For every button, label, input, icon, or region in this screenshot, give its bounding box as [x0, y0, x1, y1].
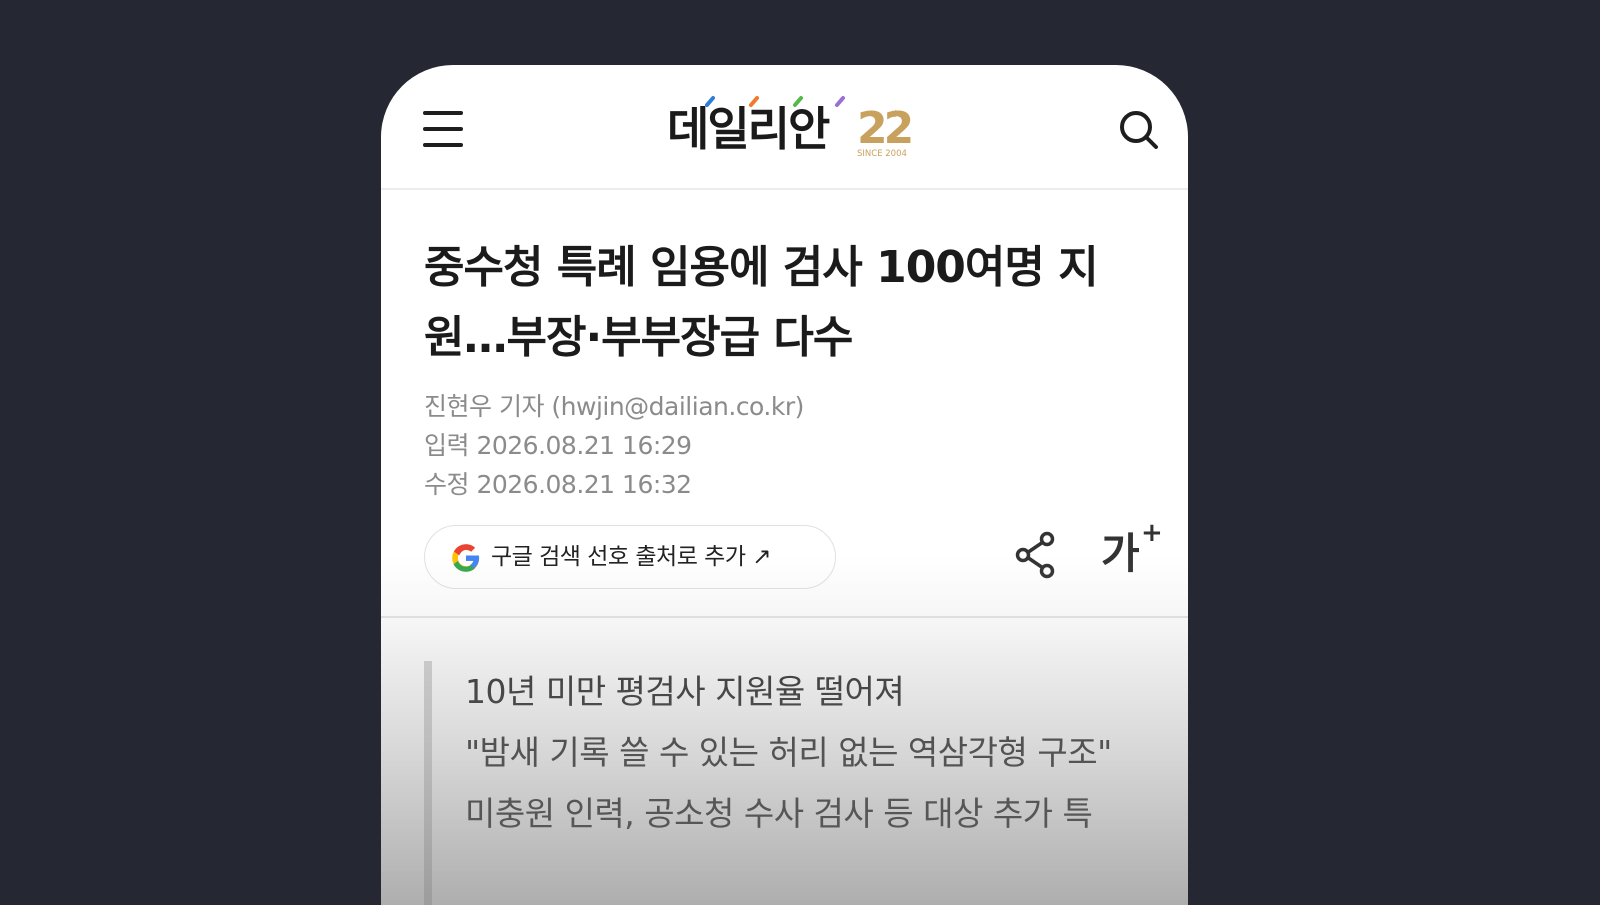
svg-text:th: th	[891, 110, 900, 120]
google-g-icon	[452, 544, 480, 572]
share-icon[interactable]	[1014, 531, 1058, 579]
article-header: 중수청 특례 임용에 검사 100여명 지원…부장·부부장급 다수	[424, 233, 1144, 373]
google-preferred-source-button[interactable]: 구글 검색 선호 출처로 추가 ↗	[424, 525, 836, 589]
hamburger-menu-icon[interactable]	[423, 111, 463, 147]
logo-wordmark: 데일리안	[667, 102, 830, 156]
article-meta: 진현우 기자 (hwjin@dailian.co.kr) 입력 2026.08.…	[424, 387, 804, 504]
summary-line: 미충원 인력, 공소청 수사 검사 등 대상 추가 특	[465, 794, 1093, 833]
mobile-frame: 데일리안 22 th SINCE 2004 중수청 특례 임용에 검사 100여…	[381, 65, 1188, 905]
article-headline: 중수청 특례 임용에 검사 100여명 지원…부장·부부장급 다수	[424, 242, 1099, 363]
summary-text: 10년 미만 평검사 지원율 떨어져 "밤새 기록 쓸 수 있는 허리 없는 역…	[465, 661, 1125, 844]
article-summary: 10년 미만 평검사 지원율 떨어져 "밤새 기록 쓸 수 있는 허리 없는 역…	[424, 661, 1152, 905]
svg-text:SINCE 2004: SINCE 2004	[857, 149, 907, 159]
article-input-time: 입력 2026.08.21 16:29	[424, 431, 692, 460]
search-icon[interactable]	[1118, 109, 1160, 151]
font-size-plus-icon: +	[1141, 518, 1163, 548]
google-button-label: 구글 검색 선호 출처로 추가 ↗	[491, 544, 772, 570]
section-divider	[381, 616, 1188, 618]
font-size-button[interactable]: 가 +	[1101, 518, 1163, 582]
summary-line: 10년 미만 평검사 지원율 떨어져	[465, 672, 905, 711]
summary-line: "밤새 기록 쓸 수 있는 허리 없는 역삼각형 구조"	[465, 733, 1112, 772]
article-modified-time: 수정 2026.08.21 16:32	[424, 470, 692, 499]
article-byline: 진현우 기자 (hwjin@dailian.co.kr)	[424, 392, 804, 421]
font-size-label: 가	[1101, 529, 1140, 578]
site-logo[interactable]: 데일리안 22 th SINCE 2004	[667, 95, 915, 163]
logo-22th-badge: 22 th SINCE 2004	[857, 103, 915, 159]
svg-text:22: 22	[857, 103, 911, 154]
top-header: 데일리안 22 th SINCE 2004	[381, 65, 1188, 190]
